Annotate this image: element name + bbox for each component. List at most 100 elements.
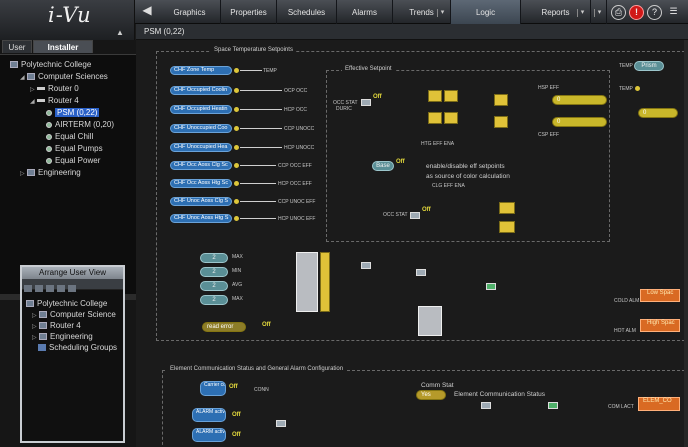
tree-item-equal-chill[interactable]: Equal Chill bbox=[46, 132, 93, 141]
tab-user[interactable]: User bbox=[2, 40, 32, 53]
logic-block[interactable] bbox=[494, 116, 508, 128]
tree-item-equal-pumps[interactable]: Equal Pumps bbox=[46, 144, 103, 153]
tree-item-equal-power[interactable]: Equal Power bbox=[46, 156, 100, 165]
tree-item-computer-sciences[interactable]: ◢ Computer Sciences bbox=[20, 72, 108, 81]
tree-item-label: Engineering bbox=[38, 168, 81, 177]
expand-icon[interactable]: ▷ bbox=[32, 334, 39, 341]
hide-icon[interactable] bbox=[46, 285, 54, 292]
input-unoccupied-heating[interactable]: CHF Unoccupied Hea bbox=[170, 143, 232, 152]
delete-icon[interactable] bbox=[68, 285, 76, 292]
logic-block[interactable] bbox=[494, 94, 508, 106]
number-input-4[interactable]: 2 bbox=[200, 295, 228, 305]
logo-menu-arrow-icon[interactable]: ▲ bbox=[116, 28, 124, 37]
expand-icon[interactable]: ▷ bbox=[32, 312, 39, 319]
tab-trends[interactable]: Trends ▾ bbox=[393, 0, 451, 24]
logic-block[interactable] bbox=[428, 112, 442, 124]
elem-comm-alarm[interactable]: ELEM_CO bbox=[638, 397, 680, 411]
logic-block[interactable] bbox=[361, 99, 371, 106]
logic-block[interactable] bbox=[486, 283, 496, 290]
alarm-active-input-1[interactable]: ALARM active bbox=[192, 408, 226, 422]
input-zone-temp[interactable]: CHF Zone Temp bbox=[170, 66, 232, 75]
tab-more[interactable]: ▾ bbox=[591, 0, 607, 24]
alarm-active-input-2[interactable]: ALARM active bbox=[192, 428, 226, 442]
arrange-item-router-4[interactable]: ▷ Router 4 bbox=[32, 321, 81, 330]
note-line-1: enable/disable eff setpoints bbox=[426, 163, 505, 170]
tree-item-psm[interactable]: PSM (0,22) bbox=[46, 108, 100, 117]
input-occupied-heating[interactable]: CHF Occupied Heatin bbox=[170, 105, 232, 114]
chevron-down-icon[interactable]: ▾ bbox=[577, 9, 587, 17]
expand-icon[interactable]: ◢ bbox=[20, 74, 27, 81]
tree-item-label: PSM (0,22) bbox=[55, 108, 100, 117]
move-up-icon[interactable] bbox=[24, 285, 32, 292]
move-down-icon[interactable] bbox=[35, 285, 43, 292]
logic-block[interactable] bbox=[499, 221, 515, 233]
tag-label: COM LACT bbox=[608, 404, 634, 410]
logic-block[interactable] bbox=[276, 420, 286, 427]
arrange-item-computer-science[interactable]: ▷ Computer Science bbox=[32, 310, 116, 319]
tree-item-airterm[interactable]: AIRTERM (0,20) bbox=[46, 120, 114, 129]
tab-graphics[interactable]: Graphics bbox=[159, 0, 221, 24]
chevron-down-icon[interactable]: ▾ bbox=[594, 9, 604, 17]
arrange-item-engineering[interactable]: ▷ Engineering bbox=[32, 332, 93, 341]
input-occ-htg-scale[interactable]: CHF Occ Aoss Htg Sc bbox=[170, 179, 232, 188]
expand-icon[interactable]: ◢ bbox=[30, 98, 37, 105]
back-arrow-icon[interactable]: ◀ bbox=[139, 3, 155, 20]
arrange-item-polytechnic-college[interactable]: Polytechnic College bbox=[26, 299, 107, 308]
show-icon[interactable] bbox=[57, 285, 65, 292]
tab-installer[interactable]: Installer bbox=[33, 40, 93, 53]
logic-block[interactable] bbox=[499, 202, 515, 214]
low-space-alarm[interactable]: Low Spac bbox=[640, 289, 680, 302]
tab-logic[interactable]: Logic bbox=[451, 0, 521, 24]
logic-block[interactable] bbox=[548, 402, 558, 409]
help-icon[interactable]: ? bbox=[647, 5, 662, 20]
yes-no-toggle[interactable]: Yes bbox=[416, 390, 446, 400]
tree-item-engineering[interactable]: ▷ Engineering bbox=[20, 168, 81, 177]
alarm-icon[interactable]: ! bbox=[629, 5, 644, 20]
tag-label: OCP OCC bbox=[284, 88, 308, 94]
tag-label: MIN bbox=[232, 268, 242, 274]
expand-icon[interactable]: ▷ bbox=[32, 323, 39, 330]
value-indicator bbox=[234, 126, 239, 131]
arrange-item-scheduling-groups[interactable]: Scheduling Groups bbox=[38, 343, 117, 352]
logic-block[interactable] bbox=[481, 402, 491, 409]
input-unoccupied-cooling[interactable]: CHF Unoccupied Coo bbox=[170, 124, 232, 133]
logic-block-large[interactable] bbox=[418, 306, 442, 336]
folder-icon bbox=[38, 344, 46, 351]
high-space-alarm[interactable]: High Spac bbox=[640, 319, 680, 332]
tree-item-polytechnic-college[interactable]: Polytechnic College bbox=[10, 60, 91, 69]
logic-block-large[interactable] bbox=[296, 252, 318, 312]
expand-icon[interactable]: ▷ bbox=[30, 86, 37, 93]
expand-icon[interactable]: ▷ bbox=[20, 170, 27, 177]
logic-block[interactable] bbox=[361, 262, 371, 269]
tab-reports[interactable]: Reports ▾ bbox=[521, 0, 591, 24]
logic-block[interactable] bbox=[416, 269, 426, 276]
number-input-2[interactable]: 2 bbox=[200, 267, 228, 277]
menu-icon[interactable]: ☰ bbox=[666, 5, 681, 20]
base-selector[interactable]: Base bbox=[372, 161, 394, 171]
tab-properties[interactable]: Properties bbox=[221, 0, 277, 24]
input-unoc-htg-scale[interactable]: CHF Unoc Aoss Htg S bbox=[170, 214, 232, 223]
logic-block[interactable] bbox=[444, 112, 458, 124]
logic-block[interactable] bbox=[320, 252, 330, 312]
input-occ-clg-scale[interactable]: CHF Occ Aoss Clg Sc bbox=[170, 161, 232, 170]
logic-block[interactable] bbox=[444, 90, 458, 102]
wire bbox=[240, 183, 276, 184]
logic-block[interactable] bbox=[428, 90, 442, 102]
carrier-conn-input[interactable]: Carrier conn bbox=[200, 381, 226, 396]
input-occupied-cooling[interactable]: CHF Occupied Coolin bbox=[170, 86, 232, 95]
tag-label: CCP UNOC EFF bbox=[278, 199, 316, 205]
input-unoc-clg-scale[interactable]: CHF Unoc Aoss Clg S bbox=[170, 197, 232, 206]
tab-alarms[interactable]: Alarms bbox=[337, 0, 393, 24]
tree-item-router-4[interactable]: ◢ Router 4 bbox=[30, 96, 79, 105]
breadcrumb: PSM (0,22) bbox=[144, 27, 185, 36]
printer-icon[interactable]: ⎙ bbox=[611, 5, 626, 20]
number-input-1[interactable]: 2 bbox=[200, 253, 228, 263]
chevron-down-icon[interactable]: ▾ bbox=[437, 9, 447, 17]
logic-block[interactable] bbox=[410, 212, 420, 219]
tree-item-router-0[interactable]: ▷ Router 0 bbox=[30, 84, 79, 93]
number-input-3[interactable]: 2 bbox=[200, 281, 228, 291]
tab-schedules[interactable]: Schedules bbox=[277, 0, 337, 24]
vertical-scrollbar[interactable] bbox=[684, 40, 688, 447]
navigation-tree: Polytechnic College ◢ Computer Sciences ▷… bbox=[0, 54, 136, 294]
building-icon bbox=[10, 61, 18, 68]
